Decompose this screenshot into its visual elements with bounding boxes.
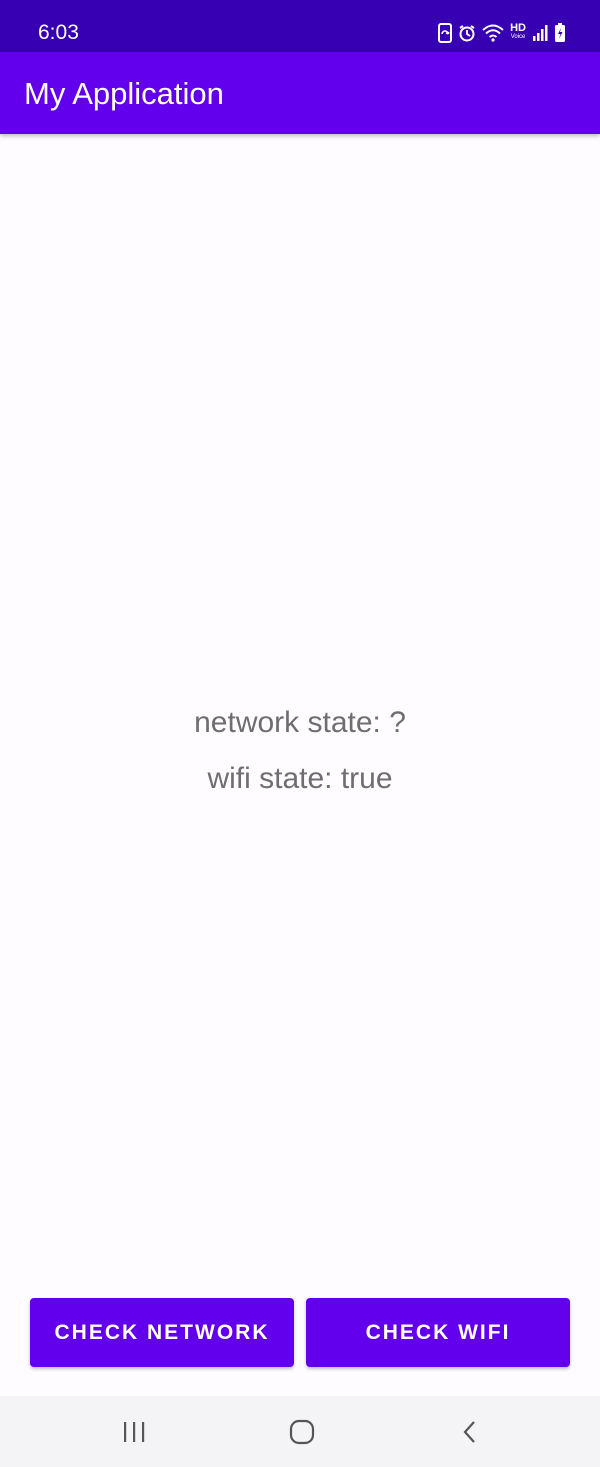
check-wifi-button[interactable]: CHECK WIFI	[306, 1298, 570, 1367]
alarm-icon	[458, 24, 476, 42]
navigation-bar	[0, 1396, 600, 1467]
sync-icon	[438, 23, 453, 43]
status-time: 6:03	[38, 21, 79, 44]
signal-icon	[532, 24, 548, 42]
voice-label: Voice	[510, 34, 526, 40]
back-icon[interactable]	[452, 1416, 488, 1448]
battery-charging-icon	[554, 23, 566, 43]
hd-label: HD	[510, 22, 526, 34]
status-icons: HD Voice	[438, 20, 566, 46]
network-state-text: network state: ?	[194, 706, 406, 739]
hd-voice-icon: HD Voice	[510, 22, 526, 42]
status-bar: 6:03 HD Voice	[0, 0, 600, 52]
recents-icon[interactable]	[116, 1416, 152, 1448]
check-network-button[interactable]: CHECK NETWORK	[30, 1298, 294, 1367]
app-title: My Application	[24, 76, 224, 111]
main-content: network state: ? wifi state: true	[0, 134, 600, 1396]
home-icon[interactable]	[284, 1416, 320, 1448]
wifi-icon	[482, 24, 504, 42]
app-bar: My Application	[0, 52, 600, 134]
wifi-state-text: wifi state: true	[207, 762, 393, 795]
